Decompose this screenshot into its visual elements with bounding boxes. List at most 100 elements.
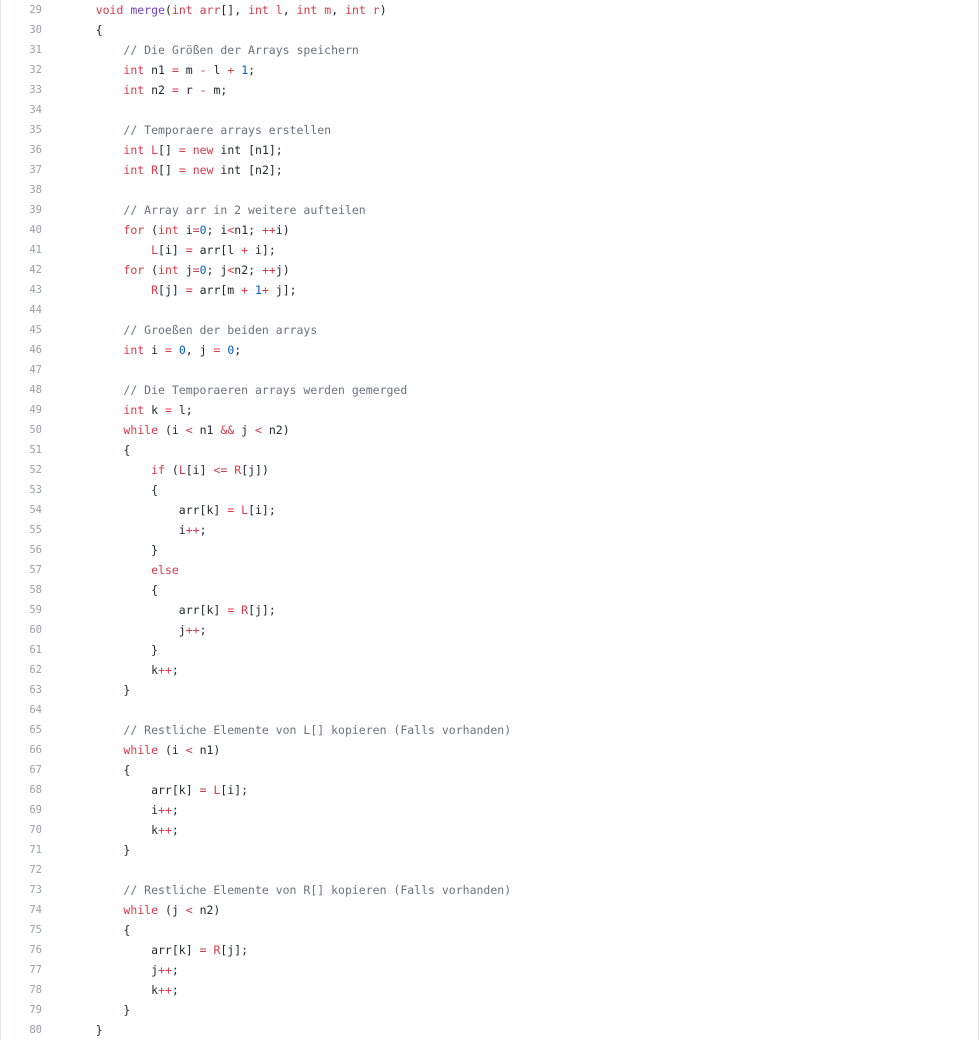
code-line: 64 — [1, 700, 978, 720]
line-number[interactable]: 53 — [1, 480, 42, 500]
line-number[interactable]: 40 — [1, 220, 42, 240]
code-token: new — [192, 163, 214, 177]
code-line: 35 // Temporaere arrays erstellen — [1, 120, 978, 140]
code-token: L — [151, 143, 159, 157]
line-number[interactable]: 78 — [1, 980, 42, 1000]
line-number[interactable]: 51 — [1, 440, 42, 460]
code-token: [] — [158, 163, 179, 177]
line-number[interactable]: 67 — [1, 760, 42, 780]
code-line: 67 { — [1, 760, 978, 780]
line-number[interactable]: 32 — [1, 60, 42, 80]
line-number[interactable]: 39 — [1, 200, 42, 220]
line-number[interactable]: 74 — [1, 900, 42, 920]
line-number[interactable]: 75 — [1, 920, 42, 940]
line-number[interactable]: 29 — [1, 0, 42, 20]
line-number[interactable]: 61 — [1, 640, 42, 660]
line-number[interactable]: 65 — [1, 720, 42, 740]
line-number[interactable]: 33 — [1, 80, 42, 100]
code-token: { — [68, 23, 103, 37]
line-number[interactable]: 72 — [1, 860, 42, 880]
code-text: arr[k] = L[i]; — [68, 500, 276, 520]
line-number[interactable]: 50 — [1, 420, 42, 440]
line-number[interactable]: 73 — [1, 880, 42, 900]
line-number[interactable]: 70 — [1, 820, 42, 840]
code-token: // Die Größen der Arrays speichern — [123, 43, 359, 57]
code-token: int — [123, 403, 145, 417]
line-number[interactable]: 48 — [1, 380, 42, 400]
line-number[interactable]: 31 — [1, 40, 42, 60]
line-number[interactable]: 55 — [1, 520, 42, 540]
line-number[interactable]: 30 — [1, 20, 42, 40]
code-line: 65 // Restliche Elemente von L[] kopiere… — [1, 720, 978, 740]
line-number[interactable]: 64 — [1, 700, 42, 720]
code-token: arr[k] — [68, 943, 200, 957]
line-number[interactable]: 62 — [1, 660, 42, 680]
code-text: int R[] = new int [n2]; — [68, 160, 282, 180]
line-number[interactable]: 79 — [1, 1000, 42, 1020]
code-line: 47 — [1, 360, 978, 380]
line-number[interactable]: 44 — [1, 300, 42, 320]
line-number[interactable]: 56 — [1, 540, 42, 560]
code-token: ( — [164, 3, 172, 17]
code-text: { — [68, 440, 130, 460]
code-line: 58 { — [1, 580, 978, 600]
line-number[interactable]: 36 — [1, 140, 42, 160]
line-number[interactable]: 80 — [1, 1020, 42, 1040]
code-token: = — [192, 263, 200, 277]
line-number[interactable]: 42 — [1, 260, 42, 280]
code-token: n2; — [234, 263, 262, 277]
code-text: { — [68, 760, 130, 780]
code-token: = — [164, 343, 172, 357]
line-number[interactable]: 41 — [1, 240, 42, 260]
line-number[interactable]: 63 — [1, 680, 42, 700]
code-token: [], — [220, 3, 249, 17]
code-line: 43 R[j] = arr[m + 1+ j]; — [1, 280, 978, 300]
code-text: while (i < n1 && j < n2) — [68, 420, 289, 440]
code-token: R — [151, 283, 159, 297]
code-token: // Groeßen der beiden arrays — [123, 323, 318, 337]
line-number[interactable]: 43 — [1, 280, 42, 300]
code-token: int — [123, 343, 145, 357]
line-number[interactable]: 35 — [1, 120, 42, 140]
line-number[interactable]: 45 — [1, 320, 42, 340]
line-number[interactable]: 38 — [1, 180, 42, 200]
line-number[interactable]: 71 — [1, 840, 42, 860]
code-token: = — [199, 783, 207, 797]
line-number[interactable]: 59 — [1, 600, 42, 620]
line-number[interactable]: 37 — [1, 160, 42, 180]
code-text: for (int j=0; j<n2; ++j) — [68, 260, 289, 280]
line-number[interactable]: 66 — [1, 740, 42, 760]
code-token: ; — [171, 983, 179, 997]
line-number[interactable]: 46 — [1, 340, 42, 360]
code-token: ++ — [185, 523, 200, 537]
code-token: k — [68, 983, 159, 997]
line-number[interactable]: 58 — [1, 580, 42, 600]
line-number[interactable]: 57 — [1, 560, 42, 580]
line-number[interactable]: 76 — [1, 940, 42, 960]
code-line: 53 { — [1, 480, 978, 500]
line-number[interactable]: 68 — [1, 780, 42, 800]
code-token: arr[l — [192, 243, 242, 257]
line-number[interactable]: 60 — [1, 620, 42, 640]
line-number[interactable]: 34 — [1, 100, 42, 120]
code-token: = — [164, 403, 172, 417]
code-text: j++; — [68, 620, 207, 640]
code-token: = — [171, 63, 179, 77]
line-number[interactable]: 77 — [1, 960, 42, 980]
line-number[interactable]: 47 — [1, 360, 42, 380]
code-line: 34 — [1, 100, 978, 120]
line-number[interactable]: 69 — [1, 800, 42, 820]
code-line: 60 j++; — [1, 620, 978, 640]
line-number[interactable]: 54 — [1, 500, 42, 520]
code-text: } — [68, 640, 158, 660]
line-number[interactable]: 49 — [1, 400, 42, 420]
line-number[interactable]: 52 — [1, 460, 42, 480]
code-token: < — [185, 903, 193, 917]
code-line: 30 { — [1, 20, 978, 40]
